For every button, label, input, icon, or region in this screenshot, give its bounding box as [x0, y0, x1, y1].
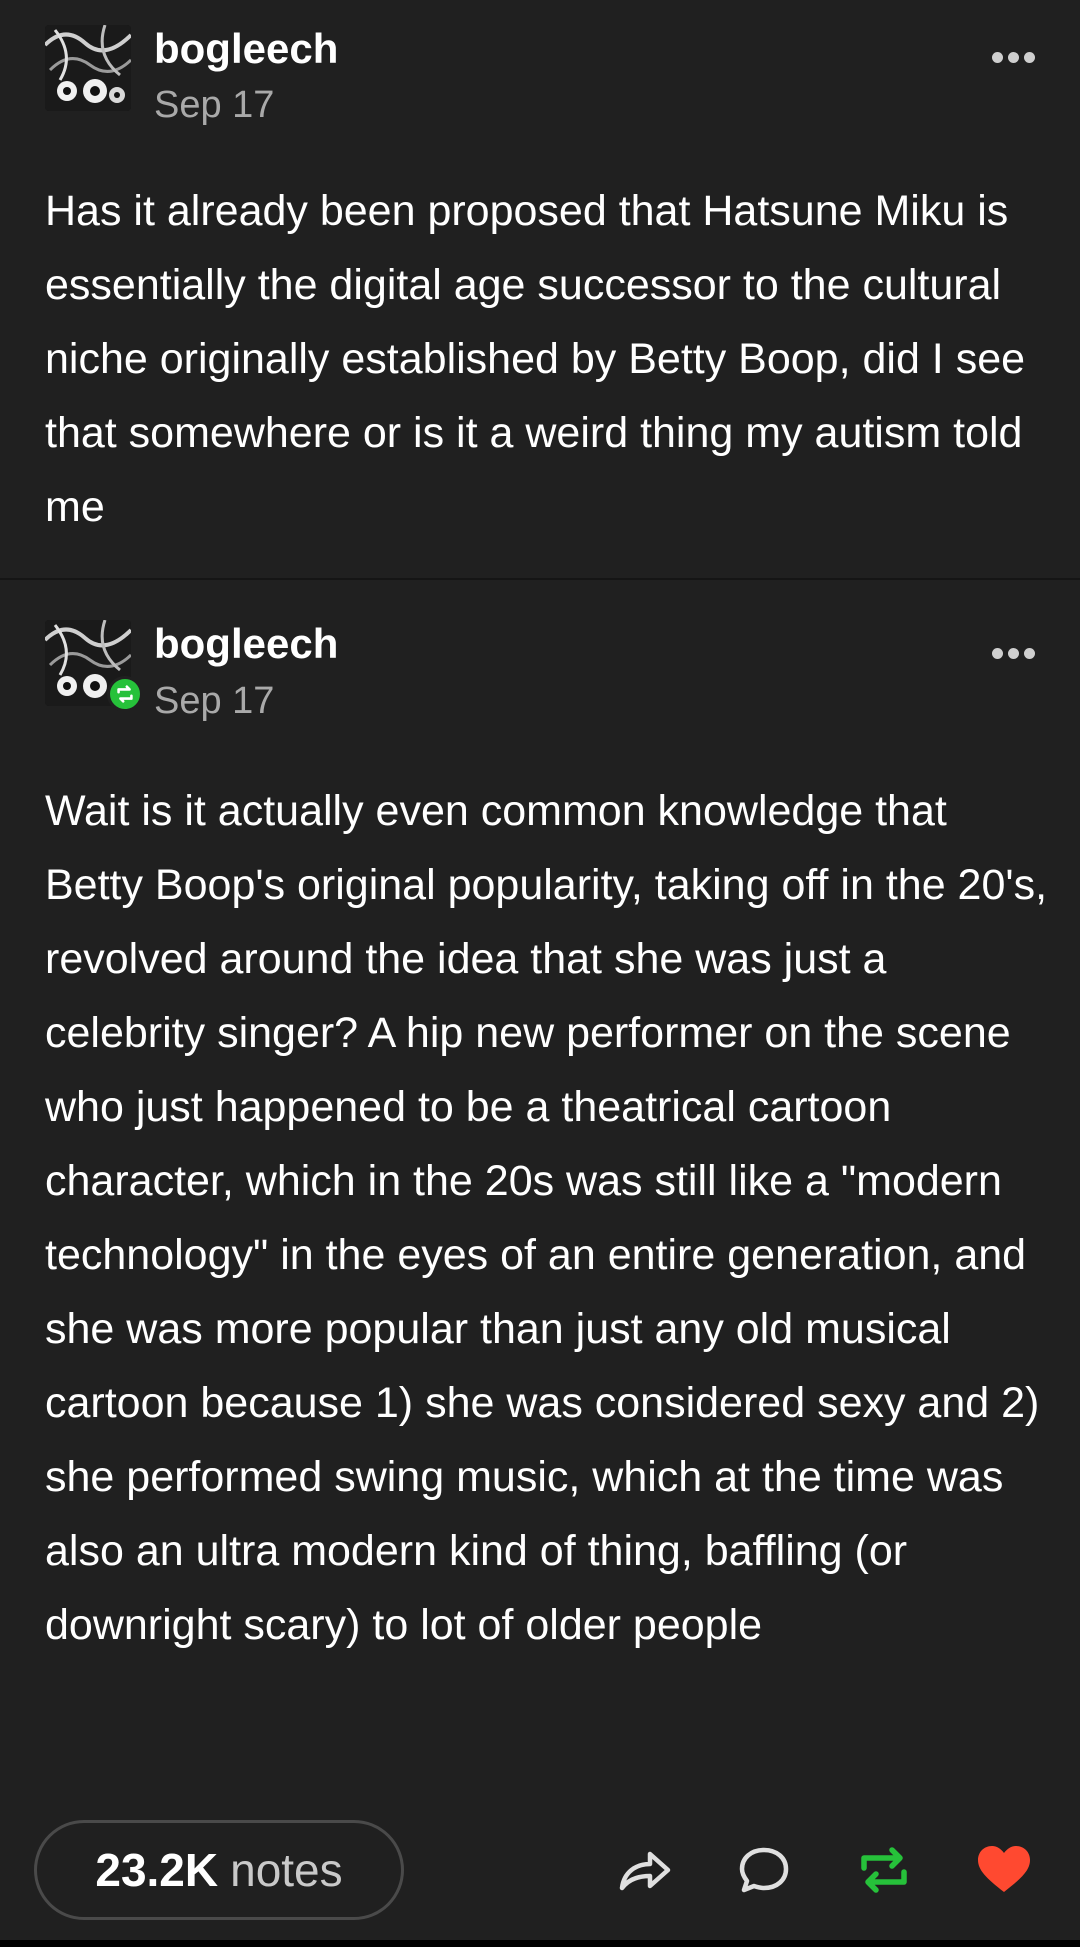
reblog-icon[interactable] — [852, 1838, 916, 1902]
post-footer: 23.2K notes — [0, 1820, 1080, 1947]
original-post: bogleech Sep 17 Has it already been prop… — [0, 0, 1080, 580]
reply-icon[interactable] — [732, 1838, 796, 1902]
post-header: bogleech Sep 17 — [45, 0, 1040, 126]
reblog-badge-icon — [107, 676, 143, 712]
share-icon[interactable] — [612, 1838, 676, 1902]
system-navigation-bar — [0, 1940, 1080, 1947]
more-options-icon[interactable] — [992, 52, 1035, 63]
post-body: Has it already been proposed that Hatsun… — [45, 187, 1026, 531]
post-date: Sep 17 — [154, 84, 275, 126]
post-date: Sep 17 — [154, 680, 275, 722]
post-header: bogleech Sep 17 — [45, 580, 1040, 722]
notes-count: 23.2K — [95, 1844, 219, 1896]
notes-button[interactable]: 23.2K notes — [34, 1820, 404, 1920]
avatar[interactable] — [45, 25, 131, 111]
reblog-post: bogleech Sep 17 Wait is it actually even… — [0, 580, 1080, 1825]
post-username[interactable]: bogleech — [154, 620, 338, 668]
like-heart-icon[interactable] — [972, 1838, 1036, 1902]
post-username[interactable]: bogleech — [154, 25, 338, 73]
post-body: Wait is it actually even common knowledg… — [45, 787, 1048, 1649]
more-options-icon[interactable] — [992, 648, 1035, 659]
notes-label: notes — [230, 1844, 343, 1896]
